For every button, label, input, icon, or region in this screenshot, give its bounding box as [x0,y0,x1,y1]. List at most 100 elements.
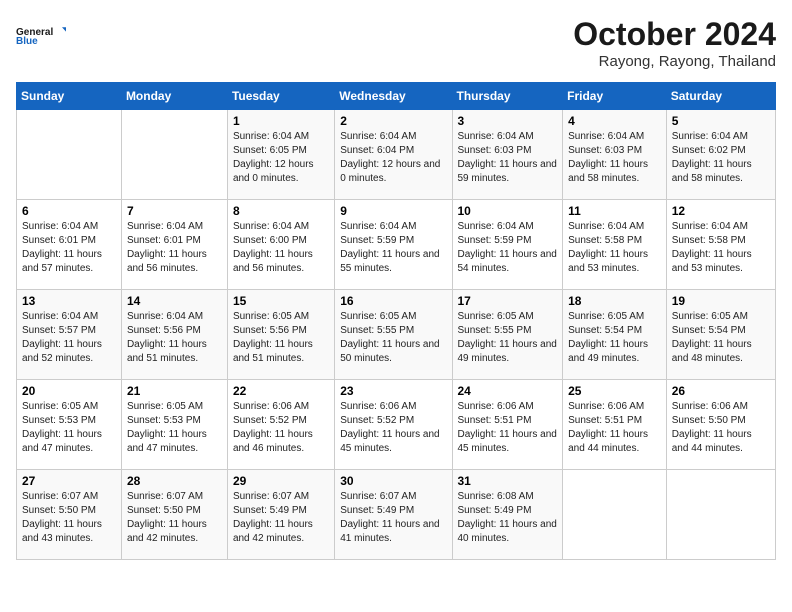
day-daylight: Daylight: 11 hours and 40 minutes. [458,519,557,544]
day-cell: 19 Sunrise: 6:05 AM Sunset: 5:54 PM Dayl… [666,290,775,380]
day-cell: 4 Sunrise: 6:04 AM Sunset: 6:03 PM Dayli… [563,110,667,200]
day-sunset: Sunset: 5:51 PM [568,415,642,426]
day-number: 29 [233,474,329,488]
day-cell: 21 Sunrise: 6:05 AM Sunset: 5:53 PM Dayl… [121,380,227,470]
day-number: 18 [568,294,661,308]
week-row-5: 27 Sunrise: 6:07 AM Sunset: 5:50 PM Dayl… [17,470,776,560]
week-row-3: 13 Sunrise: 6:04 AM Sunset: 5:57 PM Dayl… [17,290,776,380]
day-sunrise: Sunrise: 6:04 AM [672,221,748,232]
day-daylight: Daylight: 11 hours and 58 minutes. [672,159,752,184]
day-daylight: Daylight: 11 hours and 51 minutes. [127,339,207,364]
day-number: 31 [458,474,558,488]
day-sunrise: Sunrise: 6:04 AM [22,221,98,232]
header-sunday: Sunday [17,83,122,110]
day-sunset: Sunset: 6:04 PM [340,145,414,156]
day-sunset: Sunset: 6:01 PM [22,235,96,246]
day-sunset: Sunset: 5:53 PM [22,415,96,426]
page-title: October 2024 [573,16,776,53]
title-area: October 2024 Rayong, Rayong, Thailand [573,16,776,70]
day-daylight: Daylight: 11 hours and 44 minutes. [672,429,752,454]
day-sunset: Sunset: 5:59 PM [340,235,414,246]
day-sunrise: Sunrise: 6:05 AM [458,311,534,322]
day-number: 14 [127,294,222,308]
day-number: 6 [22,204,116,218]
day-sunrise: Sunrise: 6:08 AM [458,491,534,502]
day-sunrise: Sunrise: 6:06 AM [458,401,534,412]
header-friday: Friday [563,83,667,110]
day-cell: 16 Sunrise: 6:05 AM Sunset: 5:55 PM Dayl… [335,290,452,380]
day-sunrise: Sunrise: 6:06 AM [672,401,748,412]
day-daylight: Daylight: 11 hours and 59 minutes. [458,159,557,184]
day-number: 4 [568,114,661,128]
day-sunrise: Sunrise: 6:06 AM [340,401,416,412]
day-sunrise: Sunrise: 6:05 AM [672,311,748,322]
day-sunset: Sunset: 5:50 PM [22,505,96,516]
day-sunrise: Sunrise: 6:07 AM [127,491,203,502]
day-cell: 13 Sunrise: 6:04 AM Sunset: 5:57 PM Dayl… [17,290,122,380]
day-number: 1 [233,114,329,128]
day-cell: 24 Sunrise: 6:06 AM Sunset: 5:51 PM Dayl… [452,380,563,470]
day-sunrise: Sunrise: 6:05 AM [568,311,644,322]
calendar-table: SundayMondayTuesdayWednesdayThursdayFrid… [16,82,776,560]
day-sunset: Sunset: 6:03 PM [458,145,532,156]
day-cell: 3 Sunrise: 6:04 AM Sunset: 6:03 PM Dayli… [452,110,563,200]
day-cell: 17 Sunrise: 6:05 AM Sunset: 5:55 PM Dayl… [452,290,563,380]
day-cell: 2 Sunrise: 6:04 AM Sunset: 6:04 PM Dayli… [335,110,452,200]
day-cell [121,110,227,200]
day-sunset: Sunset: 5:59 PM [458,235,532,246]
day-cell: 10 Sunrise: 6:04 AM Sunset: 5:59 PM Dayl… [452,200,563,290]
header-monday: Monday [121,83,227,110]
day-sunset: Sunset: 5:54 PM [568,325,642,336]
day-number: 30 [340,474,446,488]
day-sunset: Sunset: 5:57 PM [22,325,96,336]
day-cell: 26 Sunrise: 6:06 AM Sunset: 5:50 PM Dayl… [666,380,775,470]
day-number: 25 [568,384,661,398]
day-cell: 9 Sunrise: 6:04 AM Sunset: 5:59 PM Dayli… [335,200,452,290]
day-cell: 7 Sunrise: 6:04 AM Sunset: 6:01 PM Dayli… [121,200,227,290]
day-sunrise: Sunrise: 6:04 AM [672,131,748,142]
day-daylight: Daylight: 11 hours and 58 minutes. [568,159,648,184]
day-number: 28 [127,474,222,488]
day-number: 21 [127,384,222,398]
day-sunrise: Sunrise: 6:04 AM [233,131,309,142]
day-number: 2 [340,114,446,128]
day-cell: 28 Sunrise: 6:07 AM Sunset: 5:50 PM Dayl… [121,470,227,560]
day-sunset: Sunset: 5:55 PM [340,325,414,336]
header-thursday: Thursday [452,83,563,110]
header-saturday: Saturday [666,83,775,110]
day-cell: 12 Sunrise: 6:04 AM Sunset: 5:58 PM Dayl… [666,200,775,290]
day-number: 7 [127,204,222,218]
day-daylight: Daylight: 11 hours and 45 minutes. [340,429,439,454]
day-number: 16 [340,294,446,308]
header-wednesday: Wednesday [335,83,452,110]
day-cell: 31 Sunrise: 6:08 AM Sunset: 5:49 PM Dayl… [452,470,563,560]
day-sunset: Sunset: 6:02 PM [672,145,746,156]
day-sunset: Sunset: 5:49 PM [233,505,307,516]
day-daylight: Daylight: 11 hours and 53 minutes. [672,249,752,274]
day-cell: 18 Sunrise: 6:05 AM Sunset: 5:54 PM Dayl… [563,290,667,380]
day-sunrise: Sunrise: 6:04 AM [458,221,534,232]
day-daylight: Daylight: 11 hours and 47 minutes. [22,429,102,454]
day-sunrise: Sunrise: 6:06 AM [568,401,644,412]
day-sunset: Sunset: 5:56 PM [233,325,307,336]
day-number: 26 [672,384,770,398]
week-row-4: 20 Sunrise: 6:05 AM Sunset: 5:53 PM Dayl… [17,380,776,470]
day-daylight: Daylight: 11 hours and 44 minutes. [568,429,648,454]
day-sunset: Sunset: 5:56 PM [127,325,201,336]
day-sunrise: Sunrise: 6:05 AM [233,311,309,322]
day-cell: 30 Sunrise: 6:07 AM Sunset: 5:49 PM Dayl… [335,470,452,560]
day-sunset: Sunset: 6:01 PM [127,235,201,246]
day-cell: 8 Sunrise: 6:04 AM Sunset: 6:00 PM Dayli… [227,200,334,290]
day-sunset: Sunset: 5:58 PM [672,235,746,246]
day-sunset: Sunset: 5:50 PM [127,505,201,516]
day-cell: 23 Sunrise: 6:06 AM Sunset: 5:52 PM Dayl… [335,380,452,470]
day-cell: 29 Sunrise: 6:07 AM Sunset: 5:49 PM Dayl… [227,470,334,560]
day-sunrise: Sunrise: 6:07 AM [22,491,98,502]
day-cell: 20 Sunrise: 6:05 AM Sunset: 5:53 PM Dayl… [17,380,122,470]
day-daylight: Daylight: 11 hours and 45 minutes. [458,429,557,454]
day-number: 5 [672,114,770,128]
day-sunset: Sunset: 6:03 PM [568,145,642,156]
day-daylight: Daylight: 11 hours and 54 minutes. [458,249,557,274]
day-sunset: Sunset: 5:54 PM [672,325,746,336]
day-cell: 1 Sunrise: 6:04 AM Sunset: 6:05 PM Dayli… [227,110,334,200]
